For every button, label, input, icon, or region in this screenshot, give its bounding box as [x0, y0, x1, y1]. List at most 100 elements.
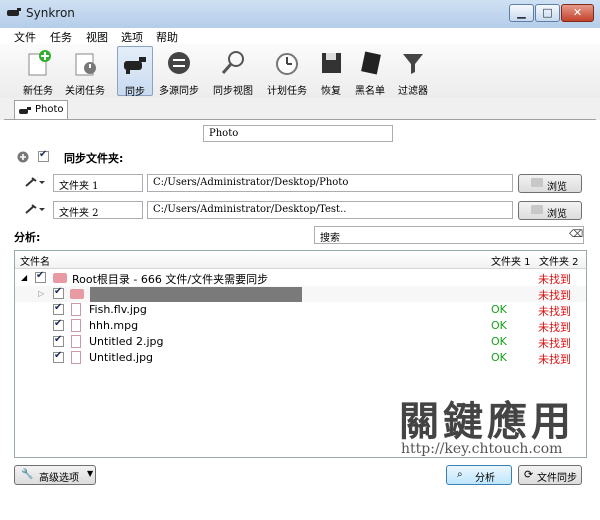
- file-status-folder1: OK: [491, 351, 507, 364]
- subfolder-checkbox[interactable]: [53, 286, 64, 299]
- restore-label: 恢复: [321, 86, 341, 97]
- folder2-name-field[interactable]: 文件夹 2: [53, 201, 143, 219]
- restore-button[interactable]: 恢复: [316, 46, 346, 97]
- analysis-tree: 文件名 文件夹 1 文件夹 2 ◢ Root根目录 - 666 文件/文件夹需要…: [14, 250, 587, 458]
- sync-view-label: 同步视图: [213, 86, 253, 97]
- analyse-button[interactable]: ⌕ 分析: [446, 465, 512, 485]
- analyse-button-label: 分析: [475, 473, 495, 484]
- close-task-button[interactable]: 关闭任务: [60, 46, 110, 97]
- advanced-options-label: 高级选项: [39, 473, 79, 484]
- filter-icon: [403, 54, 423, 74]
- close-task-label: 关闭任务: [65, 86, 105, 97]
- menu-view[interactable]: 视图: [86, 29, 108, 45]
- filter-button[interactable]: 过滤器: [394, 46, 432, 97]
- expand-arrow-icon[interactable]: ▷: [38, 289, 44, 298]
- blacklist-icon: [361, 51, 381, 75]
- file-status-folder1: OK: [491, 303, 507, 316]
- sync-arrows-icon: ⟳: [524, 468, 534, 481]
- title-bar: Synkron ▁ □ ✕: [0, 0, 600, 29]
- maximize-button[interactable]: □: [535, 4, 560, 22]
- folder1-path-field[interactable]: C:/Users/Administrator/Desktop/Photo: [147, 174, 513, 192]
- sync-button[interactable]: 同步: [117, 46, 153, 98]
- file-icon: [71, 351, 81, 364]
- menu-options[interactable]: 选项: [121, 29, 143, 45]
- file-name: Untitled 2.jpg: [89, 335, 164, 348]
- collapse-arrow-icon[interactable]: ◢: [21, 273, 27, 282]
- menu-file[interactable]: 文件: [14, 29, 36, 45]
- sync-label: 同步: [125, 87, 145, 98]
- folder1-name-field[interactable]: 文件夹 1: [53, 174, 143, 192]
- wrench-icon: 🔧: [21, 469, 34, 480]
- binoculars-icon: ⌕: [457, 469, 463, 480]
- analyse-label: 分析:: [14, 231, 41, 244]
- file-checkbox[interactable]: [53, 318, 64, 331]
- browse-label: 浏览: [547, 209, 567, 220]
- new-task-label: 新任务: [23, 86, 53, 97]
- tree-row-file[interactable]: Untitled.jpg OK 未找到: [15, 350, 586, 366]
- sync-files-button[interactable]: ⟳ 文件同步: [518, 465, 582, 485]
- blacklist-button[interactable]: 黑名单: [352, 46, 388, 97]
- close-button[interactable]: ✕: [561, 4, 594, 22]
- save-disk-icon: [322, 53, 341, 73]
- header-folder2[interactable]: 文件夹 2: [539, 253, 579, 268]
- tree-row-subfolder[interactable]: ▷ 未找到: [15, 286, 586, 302]
- sync-folders-checkbox[interactable]: [38, 149, 49, 162]
- tree-row-file[interactable]: hhh.mpg OK 未找到: [15, 318, 586, 334]
- folder-icon: [70, 289, 84, 299]
- file-status-folder2: 未找到: [538, 337, 571, 350]
- folder2-browse-button[interactable]: 浏览: [518, 201, 582, 220]
- sync-icon: [124, 57, 146, 74]
- advanced-options-button[interactable]: 🔧 高级选项 ▼: [14, 465, 96, 485]
- multisync-icon: [168, 52, 190, 74]
- multisync-button[interactable]: 多源同步: [156, 46, 202, 97]
- search-input[interactable]: 搜索: [314, 226, 584, 244]
- add-folder-icon[interactable]: [17, 151, 29, 163]
- folder2-path-field[interactable]: C:/Users/Administrator/Desktop/Test..: [147, 201, 513, 219]
- clock-icon: [276, 53, 298, 75]
- new-task-icon: [28, 50, 51, 76]
- folder-icon: [53, 273, 67, 283]
- root-status-folder2: 未找到: [538, 273, 571, 286]
- file-icon: [71, 303, 81, 316]
- window-title: Synkron: [26, 6, 75, 20]
- sync-view-button[interactable]: 同步视图: [208, 46, 258, 97]
- clear-search-icon[interactable]: ⌫: [569, 229, 583, 240]
- folder-tools-icon[interactable]: [24, 176, 46, 188]
- redacted-folder-name: [90, 287, 302, 302]
- header-folder1[interactable]: 文件夹 1: [491, 253, 531, 268]
- search-placeholder: 搜索: [320, 233, 340, 244]
- task-name-field[interactable]: Photo: [203, 125, 393, 142]
- file-checkbox[interactable]: [53, 302, 64, 315]
- close-task-icon: [75, 53, 96, 76]
- folder-tools-icon[interactable]: [24, 203, 46, 215]
- scheduler-label: 计划任务: [267, 86, 307, 97]
- menu-help[interactable]: 帮助: [156, 29, 178, 45]
- file-checkbox[interactable]: [53, 350, 64, 363]
- file-status-folder1: OK: [491, 335, 507, 348]
- file-status-folder2: 未找到: [538, 321, 571, 334]
- subfolder-status-folder2: 未找到: [538, 289, 571, 302]
- root-checkbox[interactable]: [35, 270, 46, 283]
- tree-row-root[interactable]: ◢ Root根目录 - 666 文件/文件夹需要同步 未找到: [15, 270, 586, 286]
- new-task-button[interactable]: 新任务: [18, 46, 58, 97]
- menu-task[interactable]: 任务: [50, 29, 72, 45]
- minimize-button[interactable]: ▁: [509, 4, 534, 22]
- root-label: Root根目录 - 666 文件/文件夹需要同步: [72, 273, 269, 286]
- tab-photo[interactable]: Photo: [14, 100, 68, 120]
- tree-row-file[interactable]: Untitled 2.jpg OK 未找到: [15, 334, 586, 350]
- file-checkbox[interactable]: [53, 334, 64, 347]
- scheduler-button[interactable]: 计划任务: [263, 46, 311, 97]
- file-icon: [71, 335, 81, 348]
- folder1-browse-button[interactable]: 浏览: [518, 174, 582, 193]
- file-name: Untitled.jpg: [89, 351, 154, 364]
- blacklist-label: 黑名单: [355, 86, 385, 97]
- tab-strip: Photo: [0, 98, 600, 120]
- file-name: hhh.mpg: [89, 319, 139, 332]
- file-icon: [71, 319, 81, 332]
- file-status-folder1: OK: [491, 319, 507, 332]
- watermark: 關鍵應用 http://key.chtouch.com: [399, 389, 589, 459]
- tree-row-file[interactable]: Fish.flv.jpg OK 未找到: [15, 302, 586, 318]
- tree-header: 文件名 文件夹 1 文件夹 2: [15, 251, 586, 269]
- file-status-folder2: 未找到: [538, 353, 571, 366]
- header-filename[interactable]: 文件名: [20, 253, 50, 268]
